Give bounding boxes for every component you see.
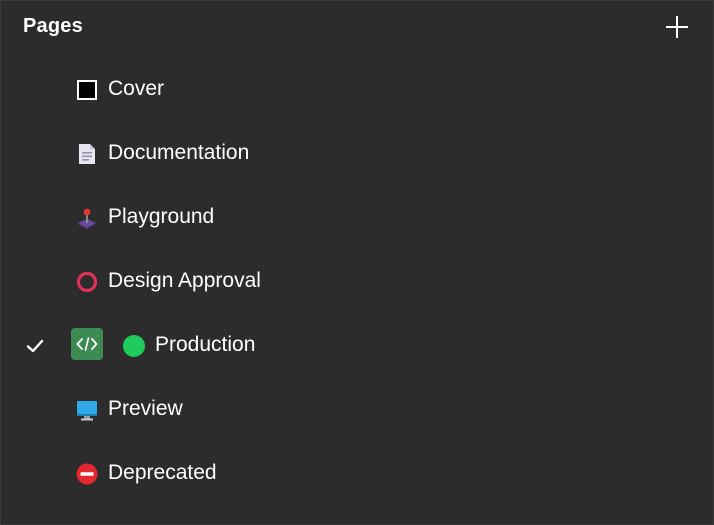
- page-item-deprecated[interactable]: Deprecated: [1, 442, 714, 506]
- page-label-documentation: Documentation: [108, 141, 250, 164]
- no-entry-icon: [75, 462, 99, 486]
- page-item-design-approval[interactable]: Design Approval: [1, 250, 714, 314]
- page-label-cover: Cover: [108, 77, 165, 100]
- pages-header: Pages: [23, 11, 693, 43]
- page-label-design-approval: Design Approval: [108, 269, 261, 292]
- document-icon: [75, 142, 99, 166]
- page-label-deprecated: Deprecated: [108, 461, 217, 484]
- red-circle-icon: [75, 270, 99, 294]
- page-item-cover[interactable]: Cover: [1, 58, 714, 122]
- plus-icon: [666, 16, 688, 38]
- joystick-icon: [75, 206, 99, 230]
- code-icon: [71, 328, 103, 360]
- checkmark-icon: [25, 336, 45, 356]
- monitor-icon: [75, 398, 99, 422]
- page-item-playground[interactable]: Playground: [1, 186, 714, 250]
- page-item-preview[interactable]: Preview: [1, 378, 714, 442]
- black-square-icon: [75, 78, 99, 102]
- pages-panel: Pages Cover Documentation Playground Des…: [0, 0, 714, 525]
- pages-title: Pages: [23, 15, 83, 37]
- page-label-preview: Preview: [108, 397, 183, 420]
- page-label-production: Production: [155, 333, 256, 356]
- page-label-playground: Playground: [108, 205, 215, 228]
- green-circle-icon: [123, 335, 145, 357]
- add-page-button[interactable]: [663, 13, 691, 41]
- page-item-production[interactable]: Production: [1, 314, 714, 378]
- page-item-documentation[interactable]: Documentation: [1, 122, 714, 186]
